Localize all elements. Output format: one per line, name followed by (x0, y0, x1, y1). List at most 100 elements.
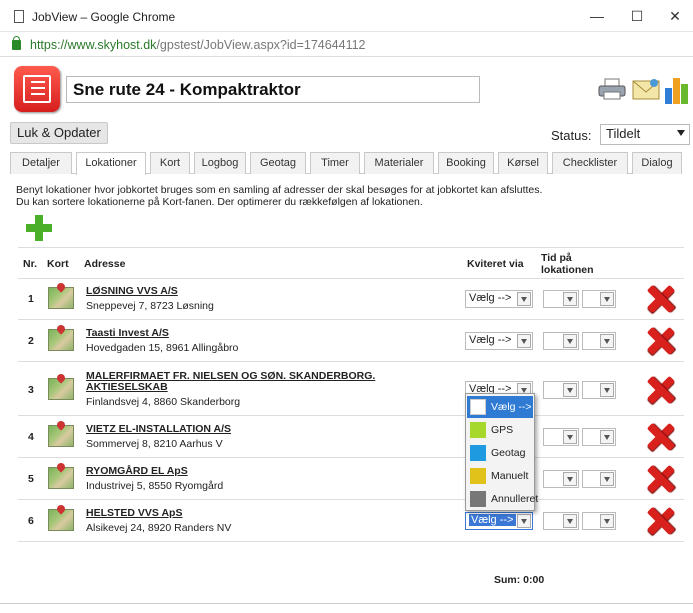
row-number: 2 (28, 335, 34, 347)
minutes-select[interactable] (582, 290, 616, 308)
delete-x-icon[interactable] (646, 327, 674, 355)
option-vaelg[interactable]: Vælg --> (467, 396, 533, 418)
map-icon[interactable] (48, 329, 74, 351)
window-title: JobView – Google Chrome (32, 10, 176, 24)
col-header-adresse: Adresse (84, 258, 126, 270)
location-name-link[interactable]: RYOMGÅRD EL ApS (86, 466, 396, 477)
address-bar[interactable]: https://www.skyhost.dk/gpstest/JobView.a… (0, 33, 693, 57)
row-number: 3 (28, 384, 34, 396)
option-geotag[interactable]: Geotag (467, 442, 533, 464)
map-icon[interactable] (48, 425, 74, 447)
option-label: GPS (491, 424, 514, 436)
add-location-plus-icon[interactable] (26, 215, 52, 241)
status-label: Status: (551, 128, 592, 143)
delete-x-icon[interactable] (646, 423, 674, 451)
chevron-down-icon (600, 383, 614, 397)
row-divider (18, 499, 684, 500)
minutes-select[interactable] (582, 381, 616, 399)
tab-timer[interactable]: Timer (310, 152, 360, 174)
delete-x-icon[interactable] (646, 376, 674, 404)
status-select[interactable]: Tildelt (600, 124, 690, 145)
hours-select[interactable] (543, 290, 579, 308)
hours-select[interactable] (543, 512, 579, 530)
tab-booking[interactable]: Booking (438, 152, 494, 174)
option-annulleret[interactable]: Annulleret (467, 488, 538, 510)
option-manuelt[interactable]: Manuelt (467, 465, 533, 487)
map-icon[interactable] (48, 467, 74, 489)
intro-line-2: Du kan sortere lokationerne på Kort-fane… (16, 196, 423, 208)
hours-select[interactable] (543, 428, 579, 446)
hours-select[interactable] (543, 470, 579, 488)
kviteret-select[interactable]: Vælg --> (465, 290, 533, 308)
color-swatch (470, 491, 486, 507)
option-label: Geotag (491, 447, 526, 459)
chevron-down-icon (563, 514, 577, 528)
bar-chart-icon[interactable] (664, 74, 690, 104)
kviteret-select[interactable]: Vælg --> (465, 332, 533, 350)
delete-x-icon[interactable] (646, 285, 674, 313)
tab-detaljer[interactable]: Detaljer (10, 152, 72, 174)
chevron-down-icon (600, 430, 614, 444)
tab-logbog[interactable]: Logbog (194, 152, 246, 174)
color-swatch (470, 468, 486, 484)
location-address: Alsikevej 24, 8920 Randers NV (86, 522, 232, 534)
option-label: Manuelt (491, 470, 529, 482)
intro-text: Benyt lokationer hvor jobkortet bruges s… (16, 184, 542, 208)
close-window-button[interactable]: ✕ (660, 6, 690, 26)
minutes-select[interactable] (582, 428, 616, 446)
header-divider (18, 278, 684, 279)
chevron-down-icon (563, 383, 577, 397)
intro-line-1: Benyt lokationer hvor jobkortet bruges s… (16, 184, 543, 196)
tab-bar: Detaljer Lokationer Kort Logbog Geotag T… (10, 152, 682, 175)
row-number: 1 (28, 293, 34, 305)
mail-icon[interactable] (632, 76, 660, 102)
option-gps[interactable]: GPS (467, 419, 533, 441)
minimize-button[interactable]: — (582, 6, 612, 26)
chevron-down-icon (600, 514, 614, 528)
col-header-tid-2: lokationen (541, 264, 594, 276)
location-name-link[interactable]: LØSNING VVS A/S (86, 286, 396, 297)
minutes-select[interactable] (582, 332, 616, 350)
location-name-link-2[interactable]: AKTIESELSKAB (86, 382, 396, 393)
hours-select[interactable] (543, 332, 579, 350)
url-text[interactable]: https://www.skyhost.dk/gpstest/JobView.a… (30, 38, 366, 52)
app-logo-icon (14, 66, 60, 112)
map-icon[interactable] (48, 287, 74, 309)
tab-materialer[interactable]: Materialer (364, 152, 434, 174)
tab-dialog[interactable]: Dialog (632, 152, 682, 174)
minutes-select[interactable] (582, 470, 616, 488)
kviteret-dropdown-menu: Vælg --> GPS Geotag Manuelt Annulleret (465, 393, 538, 511)
chevron-down-icon (517, 292, 531, 306)
delete-x-icon[interactable] (646, 465, 674, 493)
row-number: 6 (28, 515, 34, 527)
kviteret-select-open[interactable]: Vælg --> (465, 512, 533, 530)
location-address: Sneppevej 7, 8723 Løsning (86, 300, 214, 312)
select-value: Vælg --> (469, 292, 512, 304)
tab-korsel[interactable]: Kørsel (498, 152, 548, 174)
location-name-link[interactable]: VIETZ EL-INSTALLATION A/S (86, 424, 396, 435)
row-divider (18, 415, 684, 416)
select-value: Vælg --> (469, 334, 512, 346)
row-divider (18, 319, 684, 320)
maximize-button[interactable]: ☐ (622, 6, 652, 26)
chevron-down-icon (517, 514, 531, 528)
map-icon[interactable] (48, 509, 74, 531)
printer-icon[interactable] (598, 78, 626, 100)
tab-geotag[interactable]: Geotag (250, 152, 306, 174)
map-icon[interactable] (48, 378, 74, 400)
chevron-down-icon (563, 430, 577, 444)
location-name-link[interactable]: HELSTED VVS ApS (86, 508, 396, 519)
minutes-select[interactable] (582, 512, 616, 530)
tab-lokationer[interactable]: Lokationer (76, 152, 146, 175)
col-header-kviteret: Kviteret via (467, 258, 524, 270)
hours-select[interactable] (543, 381, 579, 399)
col-header-nr: Nr. (23, 258, 38, 270)
location-name-link[interactable]: Taasti Invest A/S (86, 328, 396, 339)
status-value: Tildelt (606, 126, 641, 141)
tab-checklister[interactable]: Checklister (552, 152, 628, 174)
close-update-button[interactable]: Luk & Opdater (10, 122, 108, 144)
delete-x-icon[interactable] (646, 507, 674, 535)
select-value: Vælg --> (469, 514, 516, 526)
chevron-down-icon (563, 334, 577, 348)
tab-kort[interactable]: Kort (150, 152, 190, 174)
